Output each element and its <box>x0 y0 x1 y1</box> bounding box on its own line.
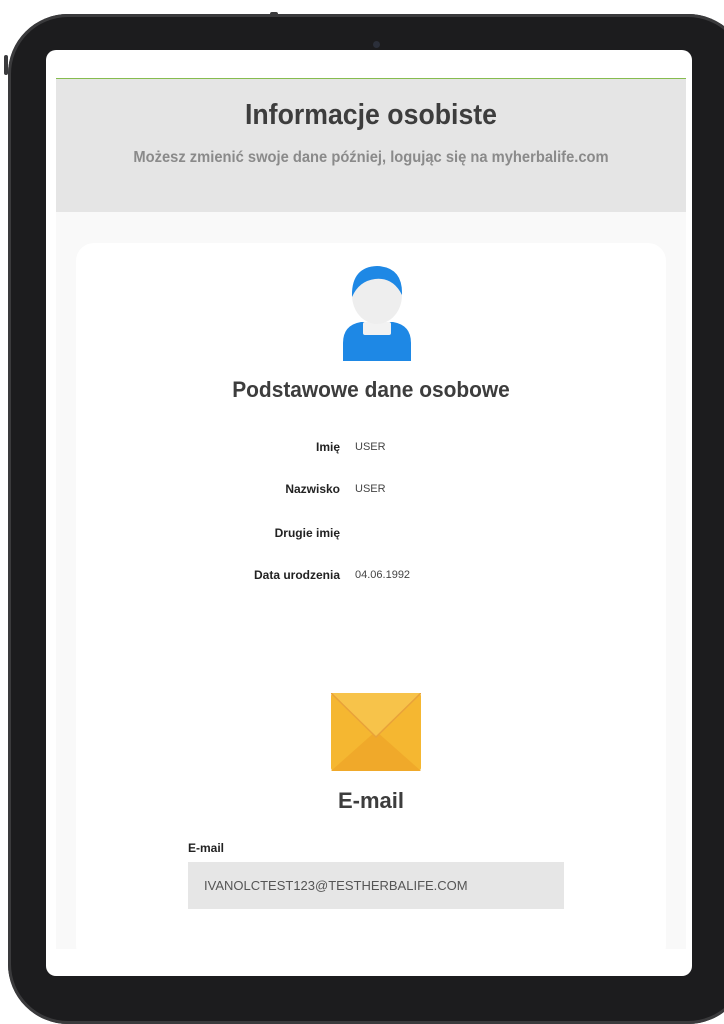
basic-info-title: Podstawowe dane osobowe <box>232 377 510 402</box>
email-section-title: E-mail <box>337 788 405 813</box>
info-row-last-name: Nazwisko USER <box>56 479 686 501</box>
user-avatar-icon <box>343 266 411 361</box>
birth-date-value: 04.06.1992 <box>355 569 411 581</box>
page-subtitle: Możesz zmienić swoje dane później, loguj… <box>133 149 609 166</box>
email-field[interactable]: IVANOLCTEST123@TESTHERBALIFE.COM <box>188 862 564 909</box>
tablet-top-button <box>270 12 278 16</box>
tablet-side-button <box>4 55 8 75</box>
email-field-label: E-mail <box>188 841 225 855</box>
middle-name-label: Drugie imię <box>274 526 340 540</box>
envelope-icon <box>331 693 421 771</box>
page-header: Informacje osobiste Możesz zmienić swoje… <box>56 79 686 212</box>
last-name-label: Nazwisko <box>285 482 340 496</box>
page-title: Informacje osobiste <box>244 99 498 131</box>
info-row-middle-name: Drugie imię <box>56 523 686 545</box>
page-content: Informacje osobiste Możesz zmienić swoje… <box>56 78 686 963</box>
info-row-first-name: Imię USER <box>56 437 686 459</box>
front-camera <box>373 41 380 48</box>
first-name-value: USER <box>355 441 386 453</box>
info-row-birth-date: Data urodzenia 04.06.1992 <box>56 565 686 587</box>
tablet-screen: Informacje osobiste Możesz zmienić swoje… <box>46 50 692 976</box>
first-name-label: Imię <box>315 440 340 454</box>
birth-date-label: Data urodzenia <box>253 568 340 582</box>
last-name-value: USER <box>355 483 386 495</box>
